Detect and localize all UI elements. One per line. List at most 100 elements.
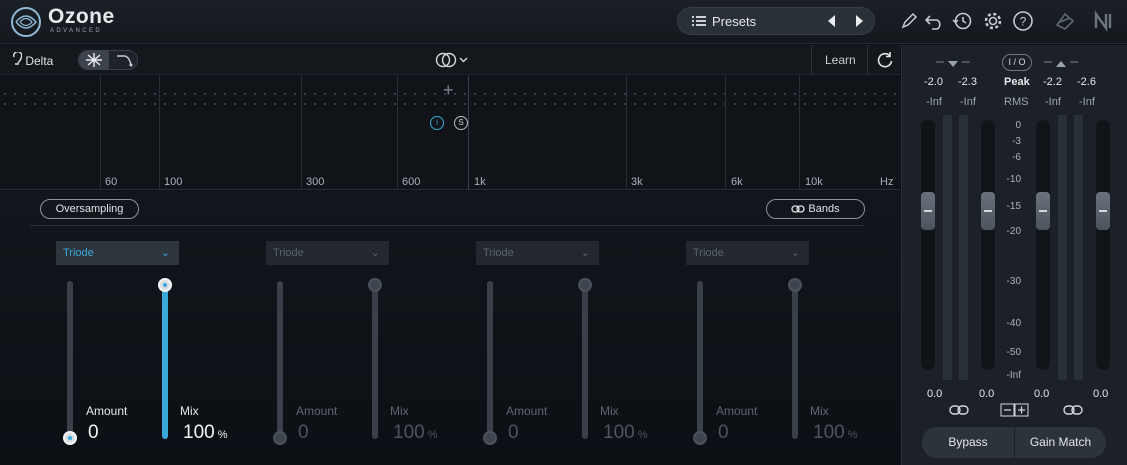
input-rms-right: -Inf [960, 96, 976, 108]
ni-logo-icon [1094, 10, 1112, 32]
gain-match-button[interactable]: Gain Match [1015, 427, 1106, 458]
amount-slider-handle[interactable] [273, 431, 287, 445]
meter-scale-label: -6 [1012, 152, 1021, 163]
help-icon[interactable]: ? [1012, 10, 1034, 32]
presets-label[interactable]: Presets [712, 14, 756, 29]
presets-bar[interactable]: Presets [677, 7, 875, 35]
mix-slider-fill [162, 281, 168, 439]
output-rms-right: -Inf [1079, 96, 1095, 108]
history-icon[interactable] [951, 10, 973, 32]
input-fader-handle[interactable] [921, 192, 935, 230]
oversampling-button[interactable]: Oversampling [40, 199, 139, 219]
curve-mode-button[interactable] [109, 51, 137, 69]
freq-gridline [626, 76, 627, 190]
mix-slider-handle[interactable] [368, 278, 382, 292]
amount-value[interactable]: 0 [88, 422, 99, 444]
undo-icon[interactable] [923, 10, 945, 32]
amount-value[interactable]: 0 [508, 422, 519, 444]
amount-slider-track[interactable] [487, 281, 493, 439]
input-link-icon[interactable] [949, 404, 969, 416]
previous-preset-icon[interactable] [826, 14, 836, 28]
mix-value[interactable]: 100% [813, 422, 857, 444]
amount-slider-handle[interactable] [63, 431, 77, 445]
input-meter-right [959, 115, 968, 380]
mix-unit: % [427, 429, 438, 441]
next-preset-icon[interactable] [855, 14, 865, 28]
ozone-connect-icon[interactable] [1054, 10, 1076, 32]
amount-value[interactable]: 0 [718, 422, 729, 444]
pencil-icon[interactable] [898, 10, 920, 32]
freq-label: 10k [805, 176, 823, 188]
gear-icon[interactable] [982, 10, 1004, 32]
band-3-mode-dropdown[interactable]: Triode ⌄ [476, 241, 599, 265]
mix-slider-handle[interactable] [578, 278, 592, 292]
amount-slider-track[interactable] [67, 281, 73, 439]
mix-value[interactable]: 100% [393, 422, 437, 444]
mix-slider-handle[interactable] [158, 278, 172, 292]
mix-slider-handle[interactable] [788, 278, 802, 292]
meter-scale-label: -Inf [1006, 370, 1021, 381]
amount-slider-track[interactable] [697, 281, 703, 439]
band-1-mode-dropdown[interactable]: Triode ⌄ [56, 241, 179, 265]
io-button[interactable]: I / O [1002, 54, 1032, 71]
freq-label: 600 [402, 176, 421, 188]
amount-slider-track[interactable] [277, 281, 283, 439]
mix-number: 100 [603, 422, 635, 443]
output-trim-track[interactable] [1036, 120, 1050, 370]
mix-slider-track[interactable] [792, 281, 798, 439]
output-fader-handle[interactable] [1096, 192, 1110, 230]
mix-slider-track[interactable] [372, 281, 378, 439]
mix-value[interactable]: 100% [603, 422, 647, 444]
band-power-icon[interactable]: ⏽ [430, 116, 444, 130]
delta-button[interactable]: Delta [12, 52, 53, 68]
band-solo-icon[interactable]: S [454, 116, 468, 130]
mode-toggle[interactable] [78, 50, 138, 70]
freq-label: 100 [164, 176, 183, 188]
output-fader-track[interactable] [1096, 120, 1110, 370]
input-peak-right: -2.3 [958, 76, 977, 88]
band-2-mode-dropdown[interactable]: Triode ⌄ [266, 241, 389, 265]
reset-icon[interactable] [876, 51, 894, 69]
add-band-icon[interactable]: + [443, 80, 454, 101]
amount-slider-handle[interactable] [693, 431, 707, 445]
input-gain-right[interactable]: 0.0 [979, 388, 994, 400]
learn-label[interactable]: Learn [825, 53, 856, 67]
meter-scale-label: -10 [1006, 174, 1021, 185]
zoom-stepper-icon[interactable] [1000, 403, 1030, 417]
chevron-down-icon: ⌄ [790, 247, 800, 259]
spectrum-view[interactable]: 60 100 300 600 1k 3k 6k 10k Hz + ⏽ S [0, 76, 900, 190]
bands-link-button[interactable]: Bands [766, 199, 865, 219]
band-4: Triode ⌄ Amount 0 Mix 100% [686, 241, 886, 465]
mix-value[interactable]: 100% [183, 422, 227, 444]
freq-gridline [301, 76, 302, 190]
output-meter-left [1058, 115, 1067, 380]
delta-label: Delta [25, 54, 54, 68]
input-fader-track[interactable] [921, 120, 935, 370]
multiband-mode-button[interactable] [79, 51, 109, 69]
output-gain-right[interactable]: 0.0 [1093, 388, 1108, 400]
bypass-button[interactable]: Bypass [922, 427, 1014, 458]
freq-gridline [159, 76, 160, 190]
mix-label: Mix [390, 404, 409, 418]
band-splitter[interactable] [468, 76, 469, 190]
band-4-mode-dropdown[interactable]: Triode ⌄ [686, 241, 809, 265]
mix-slider-track[interactable] [582, 281, 588, 439]
stereo-mode-icon[interactable] [435, 52, 469, 68]
output-link-icon[interactable] [1063, 404, 1083, 416]
mix-unit: % [847, 429, 858, 441]
input-meter-left [943, 115, 952, 380]
output-gain-left[interactable]: 0.0 [1034, 388, 1049, 400]
freq-gridline [397, 76, 398, 190]
mode-label: Triode [693, 247, 724, 259]
peak-label: Peak [1004, 76, 1030, 88]
meter-scale-label: -3 [1012, 136, 1021, 147]
meter-scale-label: -30 [1006, 276, 1021, 287]
freq-gridline [799, 76, 800, 190]
output-trim-handle[interactable] [1036, 192, 1050, 230]
svg-text:?: ? [1020, 15, 1027, 29]
mix-number: 100 [393, 422, 425, 443]
amount-slider-handle[interactable] [483, 431, 497, 445]
amount-value[interactable]: 0 [298, 422, 309, 444]
input-gain-left[interactable]: 0.0 [927, 388, 942, 400]
ozone-logo-icon [11, 7, 41, 37]
